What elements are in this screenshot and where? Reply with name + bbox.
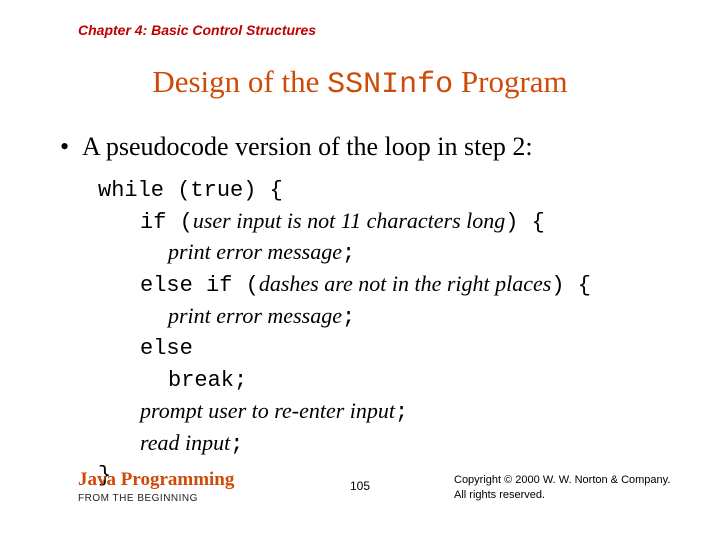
code-italic: print error message (168, 239, 342, 264)
title-pre: Design of the (152, 64, 327, 99)
code-token: ; (342, 241, 355, 266)
title-code: SSNInfo (327, 68, 453, 102)
code-token: ) { (551, 273, 591, 298)
pseudocode-block: while (true) { if (user input is not 11 … (98, 174, 591, 491)
slide-title: Design of the SSNInfo Program (0, 64, 720, 102)
bullet-item: •A pseudocode version of the loop in ste… (60, 132, 533, 162)
bullet-text: A pseudocode version of the loop in step… (82, 132, 533, 161)
code-italic: user input is not 11 characters long (193, 208, 505, 233)
code-italic: print error message (168, 303, 342, 328)
footer-brand: Java Programming (78, 469, 234, 491)
footer-brand-block: Java Programming FROM THE BEGINNING (78, 469, 234, 504)
code-token: if ( (140, 210, 193, 235)
code-italic: prompt user to re-enter input (140, 398, 395, 423)
code-italic: dashes are not in the right places (259, 271, 552, 296)
title-post: Program (453, 64, 568, 99)
copyright-line: All rights reserved. (454, 488, 670, 502)
code-token: break; (168, 368, 247, 393)
code-token: else (140, 336, 193, 361)
chapter-heading: Chapter 4: Basic Control Structures (78, 22, 316, 38)
footer-subtitle: FROM THE BEGINNING (78, 493, 234, 504)
code-token: ; (230, 432, 243, 457)
code-line: while (true) { (98, 178, 283, 203)
copyright-line: Copyright © 2000 W. W. Norton & Company. (454, 473, 670, 487)
copyright-block: Copyright © 2000 W. W. Norton & Company.… (454, 473, 670, 502)
code-italic: read input (140, 430, 230, 455)
code-token: ; (342, 305, 355, 330)
bullet-marker: • (60, 132, 82, 162)
code-token: else if ( (140, 273, 259, 298)
code-token: ) { (505, 210, 545, 235)
code-token: ; (395, 400, 408, 425)
page-number: 105 (350, 479, 370, 493)
